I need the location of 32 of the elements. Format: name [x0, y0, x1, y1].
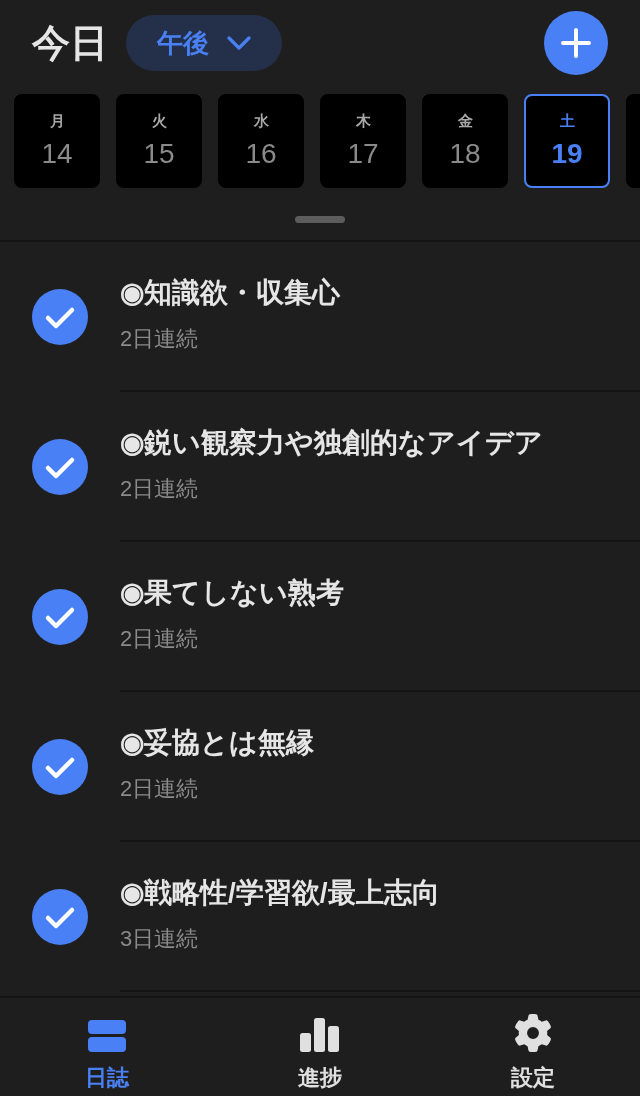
- day-card[interactable]: 木 17: [320, 94, 406, 188]
- settings-icon: [514, 1014, 553, 1052]
- checked-circle-icon[interactable]: [32, 439, 88, 495]
- streak-label: 2日連続: [120, 775, 200, 803]
- day-card[interactable]: 土 19: [524, 94, 610, 188]
- stacked-bars-icon: [87, 1020, 126, 1052]
- day-card[interactable]: 水 16: [218, 94, 304, 188]
- chevron-down-icon: [227, 36, 251, 50]
- day-card[interactable]: 月 14: [14, 94, 100, 188]
- period-dropdown[interactable]: 午後: [126, 15, 282, 71]
- day-card[interactable]: 金 18: [422, 94, 508, 188]
- checked-circle-icon[interactable]: [32, 289, 88, 345]
- habit-title: ◉知識欲・収集心: [120, 276, 341, 310]
- tab-bar-item[interactable]: 設定: [426, 998, 640, 1096]
- habit-title: ◉妥協とは無縁: [120, 726, 315, 760]
- checked-circle-icon[interactable]: [32, 889, 88, 945]
- checked-circle-icon[interactable]: [32, 589, 88, 645]
- habit-title: ◉果てしない熟考: [120, 576, 345, 610]
- plus-icon: [561, 28, 591, 58]
- streak-label: 2日連続: [120, 625, 200, 653]
- tab-bar-item[interactable]: 進捗: [213, 998, 427, 1096]
- streak-label: 2日連続: [120, 325, 200, 353]
- checked-circle-icon[interactable]: [32, 739, 88, 795]
- habit-title: ◉戦略性/学習欲/最上志向: [120, 876, 441, 910]
- tab-bar-item[interactable]: 日誌: [0, 998, 214, 1096]
- streak-label: 3日連続: [120, 925, 200, 953]
- drag-handle[interactable]: [295, 216, 345, 223]
- day-card[interactable]: 火 15: [116, 94, 202, 188]
- habit-title: ◉鋭い観察力や独創的なアイデア: [120, 426, 544, 460]
- bar-chart-icon: [300, 1018, 340, 1052]
- streak-label: 2日連続: [120, 475, 200, 503]
- page-title: 今日: [32, 21, 108, 66]
